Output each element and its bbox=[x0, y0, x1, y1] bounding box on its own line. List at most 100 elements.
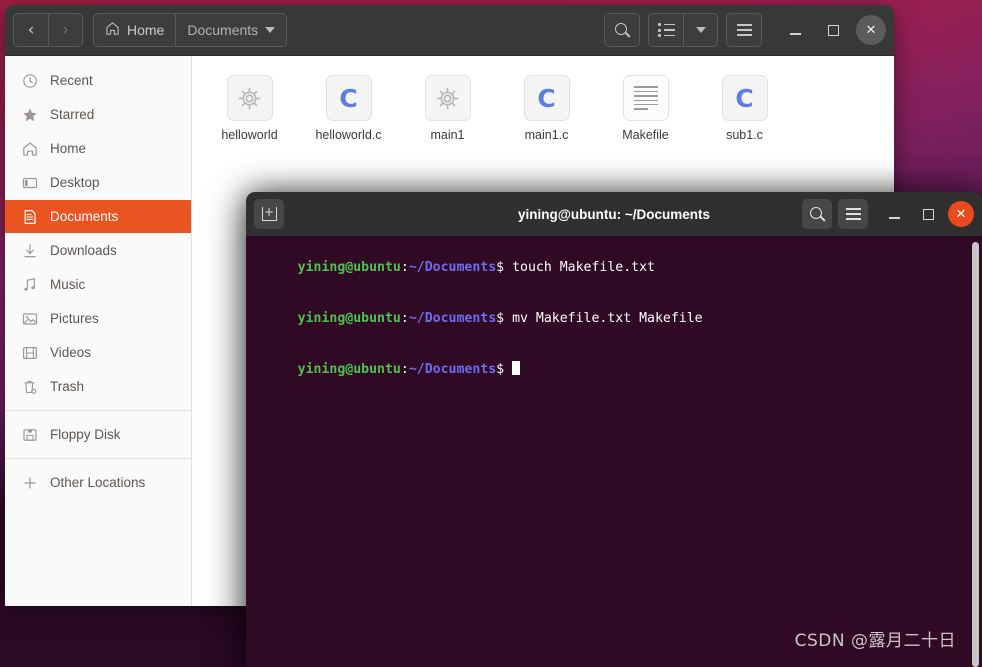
file-label: helloworld bbox=[221, 128, 278, 142]
file-label: helloworld.c bbox=[315, 128, 382, 142]
file-label: main1.c bbox=[524, 128, 569, 142]
new-tab-button[interactable]: + bbox=[254, 199, 284, 229]
terminal-window: + yining@ubuntu: ~/Documents ✕ yining@ub… bbox=[246, 192, 982, 667]
prompt-user-host: yining@ubuntu bbox=[297, 362, 401, 377]
menu-button-group bbox=[726, 13, 762, 47]
close-button[interactable]: ✕ bbox=[856, 15, 886, 45]
terminal-scrollbar[interactable] bbox=[972, 242, 979, 667]
prompt-dollar: $ bbox=[496, 260, 505, 275]
c-source-icon: C bbox=[523, 75, 570, 121]
pictures-icon bbox=[21, 310, 38, 327]
chevron-left-icon: ‹ bbox=[27, 19, 35, 40]
executable-gear-icon bbox=[424, 75, 471, 121]
terminal-command bbox=[504, 311, 512, 326]
trash-icon bbox=[21, 378, 38, 395]
maximize-button[interactable] bbox=[818, 15, 848, 45]
maximize-icon bbox=[922, 208, 934, 220]
sidebar-item-home[interactable]: Home bbox=[5, 132, 191, 165]
c-letter-glyph: C bbox=[339, 83, 358, 113]
forward-button[interactable]: › bbox=[48, 14, 82, 46]
prompt-path: ~/Documents bbox=[408, 311, 497, 326]
navigation-buttons: ‹ › bbox=[13, 13, 83, 47]
prompt-user-host: yining@ubuntu bbox=[297, 260, 401, 275]
new-tab-icon: + bbox=[261, 206, 277, 221]
terminal-search-button[interactable] bbox=[802, 199, 832, 229]
sidebar-label: Documents bbox=[50, 209, 119, 224]
home-icon bbox=[105, 21, 120, 39]
terminal-line-active: yining@ubuntu:~/Documents$ bbox=[248, 344, 982, 395]
breadcrumb-label-home: Home bbox=[127, 22, 165, 38]
sidebar-label: Other Locations bbox=[50, 475, 146, 490]
minimize-button[interactable] bbox=[780, 15, 810, 45]
sidebar-label: Recent bbox=[50, 73, 93, 88]
file-label: Makefile bbox=[622, 128, 669, 142]
prompt-separator: : bbox=[400, 362, 409, 377]
terminal-line: yining@ubuntu:~/Documents$ touch Makefil… bbox=[248, 242, 982, 293]
c-letter-glyph: C bbox=[735, 83, 754, 113]
c-letter-glyph: C bbox=[537, 83, 556, 113]
sidebar-label: Music bbox=[50, 277, 86, 292]
close-icon: ✕ bbox=[865, 22, 877, 37]
watermark: CSDN @露月二十日 bbox=[794, 631, 956, 651]
terminal-menu-button[interactable] bbox=[838, 199, 868, 229]
breadcrumb-item-home[interactable]: Home bbox=[94, 14, 176, 46]
sidebar-item-desktop[interactable]: Desktop bbox=[5, 166, 191, 199]
view-options-group bbox=[648, 13, 718, 47]
file-label: main1 bbox=[430, 128, 465, 142]
sidebar-item-floppy-disk[interactable]: Floppy Disk bbox=[5, 418, 191, 451]
document-lines bbox=[633, 86, 658, 110]
file-item[interactable]: C sub1.c bbox=[695, 70, 794, 149]
terminal-command-text: touch Makefile.txt bbox=[512, 260, 655, 275]
breadcrumb-item-documents[interactable]: Documents bbox=[175, 14, 287, 46]
close-icon: ✕ bbox=[955, 206, 967, 221]
search-button[interactable] bbox=[605, 14, 639, 46]
sidebar-item-other-locations[interactable]: Other Locations bbox=[5, 466, 191, 499]
terminal-cursor bbox=[512, 361, 521, 375]
prompt-dollar: $ bbox=[496, 311, 505, 326]
terminal-close-button[interactable]: ✕ bbox=[948, 201, 974, 227]
prompt-path: ~/Documents bbox=[408, 260, 497, 275]
sidebar-item-trash[interactable]: Trash bbox=[5, 370, 191, 403]
sidebar-label: Starred bbox=[50, 107, 95, 122]
prompt-path: ~/Documents bbox=[408, 362, 497, 377]
sidebar-label: Home bbox=[50, 141, 87, 156]
search-button-group bbox=[604, 13, 640, 47]
sidebar-item-recent[interactable]: Recent bbox=[5, 64, 191, 97]
main-menu-button[interactable] bbox=[727, 14, 761, 46]
file-item[interactable]: main1 bbox=[398, 70, 497, 149]
plus-icon bbox=[21, 474, 38, 491]
file-item[interactable]: C main1.c bbox=[497, 70, 596, 149]
sidebar-item-pictures[interactable]: Pictures bbox=[5, 302, 191, 335]
sidebar-divider bbox=[5, 458, 191, 459]
terminal-window-controls: ✕ bbox=[802, 199, 974, 229]
minimize-icon bbox=[789, 33, 801, 35]
prompt-user-host: yining@ubuntu bbox=[297, 311, 401, 326]
sidebar-item-starred[interactable]: Starred bbox=[5, 98, 191, 131]
file-item[interactable]: Makefile bbox=[596, 70, 695, 149]
c-source-icon: C bbox=[721, 75, 768, 121]
sidebar-divider bbox=[5, 410, 191, 411]
sidebar-item-videos[interactable]: Videos bbox=[5, 336, 191, 369]
documents-icon bbox=[21, 208, 38, 225]
clock-icon bbox=[21, 72, 38, 89]
sidebar-item-music[interactable]: Music bbox=[5, 268, 191, 301]
terminal-screen[interactable]: yining@ubuntu:~/Documents$ touch Makefil… bbox=[246, 236, 982, 667]
star-icon bbox=[21, 106, 38, 123]
terminal-minimize-button[interactable] bbox=[880, 200, 908, 228]
hamburger-menu-icon bbox=[845, 208, 861, 220]
sidebar-label: Downloads bbox=[50, 243, 117, 258]
sidebar-item-downloads[interactable]: Downloads bbox=[5, 234, 191, 267]
file-manager-toolbar: ✕ bbox=[604, 13, 886, 47]
file-item[interactable]: helloworld bbox=[200, 70, 299, 149]
prompt-dollar: $ bbox=[496, 362, 505, 377]
terminal-scrollbar-thumb[interactable] bbox=[972, 242, 979, 667]
view-dropdown-button[interactable] bbox=[683, 14, 717, 46]
terminal-maximize-button[interactable] bbox=[914, 200, 942, 228]
chevron-down-icon bbox=[695, 27, 706, 33]
breadcrumb-label-documents: Documents bbox=[187, 22, 259, 38]
list-view-button[interactable] bbox=[649, 14, 683, 46]
sidebar-item-documents[interactable]: Documents bbox=[5, 200, 191, 233]
file-item[interactable]: C helloworld.c bbox=[299, 70, 398, 149]
back-button[interactable]: ‹ bbox=[14, 14, 48, 46]
file-label: sub1.c bbox=[726, 128, 763, 142]
